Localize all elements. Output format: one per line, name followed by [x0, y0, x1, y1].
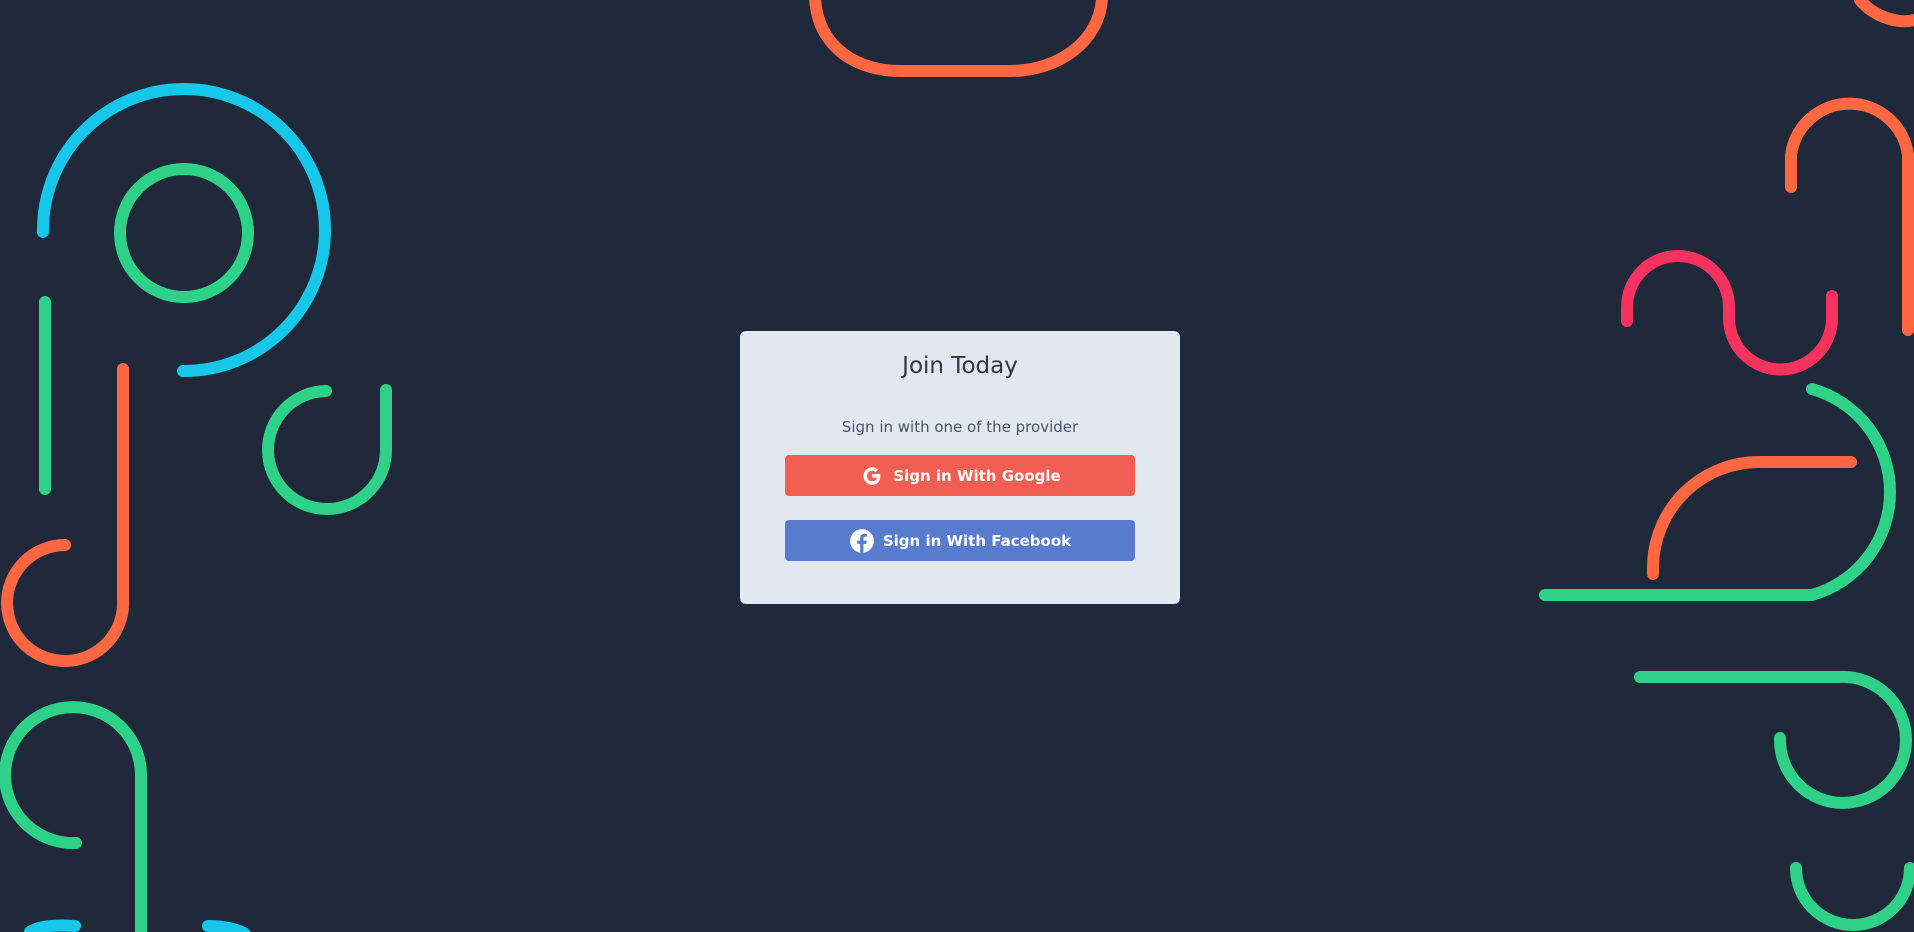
facebook-sign-in-button[interactable]: Sign in With Facebook [785, 520, 1135, 561]
decor-arc-green-bottom-right [1790, 862, 1914, 931]
decor-arch-orange-right [1785, 97, 1914, 336]
provider-instruction: Sign in with one of the provider [841, 418, 1079, 436]
decor-arc-orange-right [1647, 456, 1857, 580]
decor-circle-green [114, 163, 254, 303]
join-card: Join Today Sign in with one of the provi… [740, 331, 1180, 604]
google-sign-in-button[interactable]: Sign in With Google [785, 455, 1135, 496]
decor-arc-cyan [36, 83, 331, 378]
decor-arc-cyan-bottom-2 [202, 920, 251, 932]
decor-arc-top-right-orange [1854, 0, 1914, 28]
decor-hook-green-small [262, 384, 393, 515]
google-icon [859, 463, 885, 489]
decor-wave-pink [1621, 250, 1838, 376]
decor-curve-green-right [1539, 383, 1896, 601]
facebook-icon [849, 528, 875, 554]
facebook-sign-in-label: Sign in With Facebook [882, 531, 1072, 550]
sign-in-page: Join Today Sign in with one of the provi… [0, 0, 1914, 932]
page-title: Join Today [902, 353, 1018, 379]
decor-hook-orange [1, 363, 130, 667]
decor-hook-green-right [1634, 670, 1912, 809]
decor-arc-top-orange [809, 0, 1108, 77]
decor-hook-green-bottom [0, 701, 147, 932]
decor-arc-cyan-bottom [24, 919, 81, 932]
google-sign-in-label: Sign in With Google [893, 466, 1061, 485]
